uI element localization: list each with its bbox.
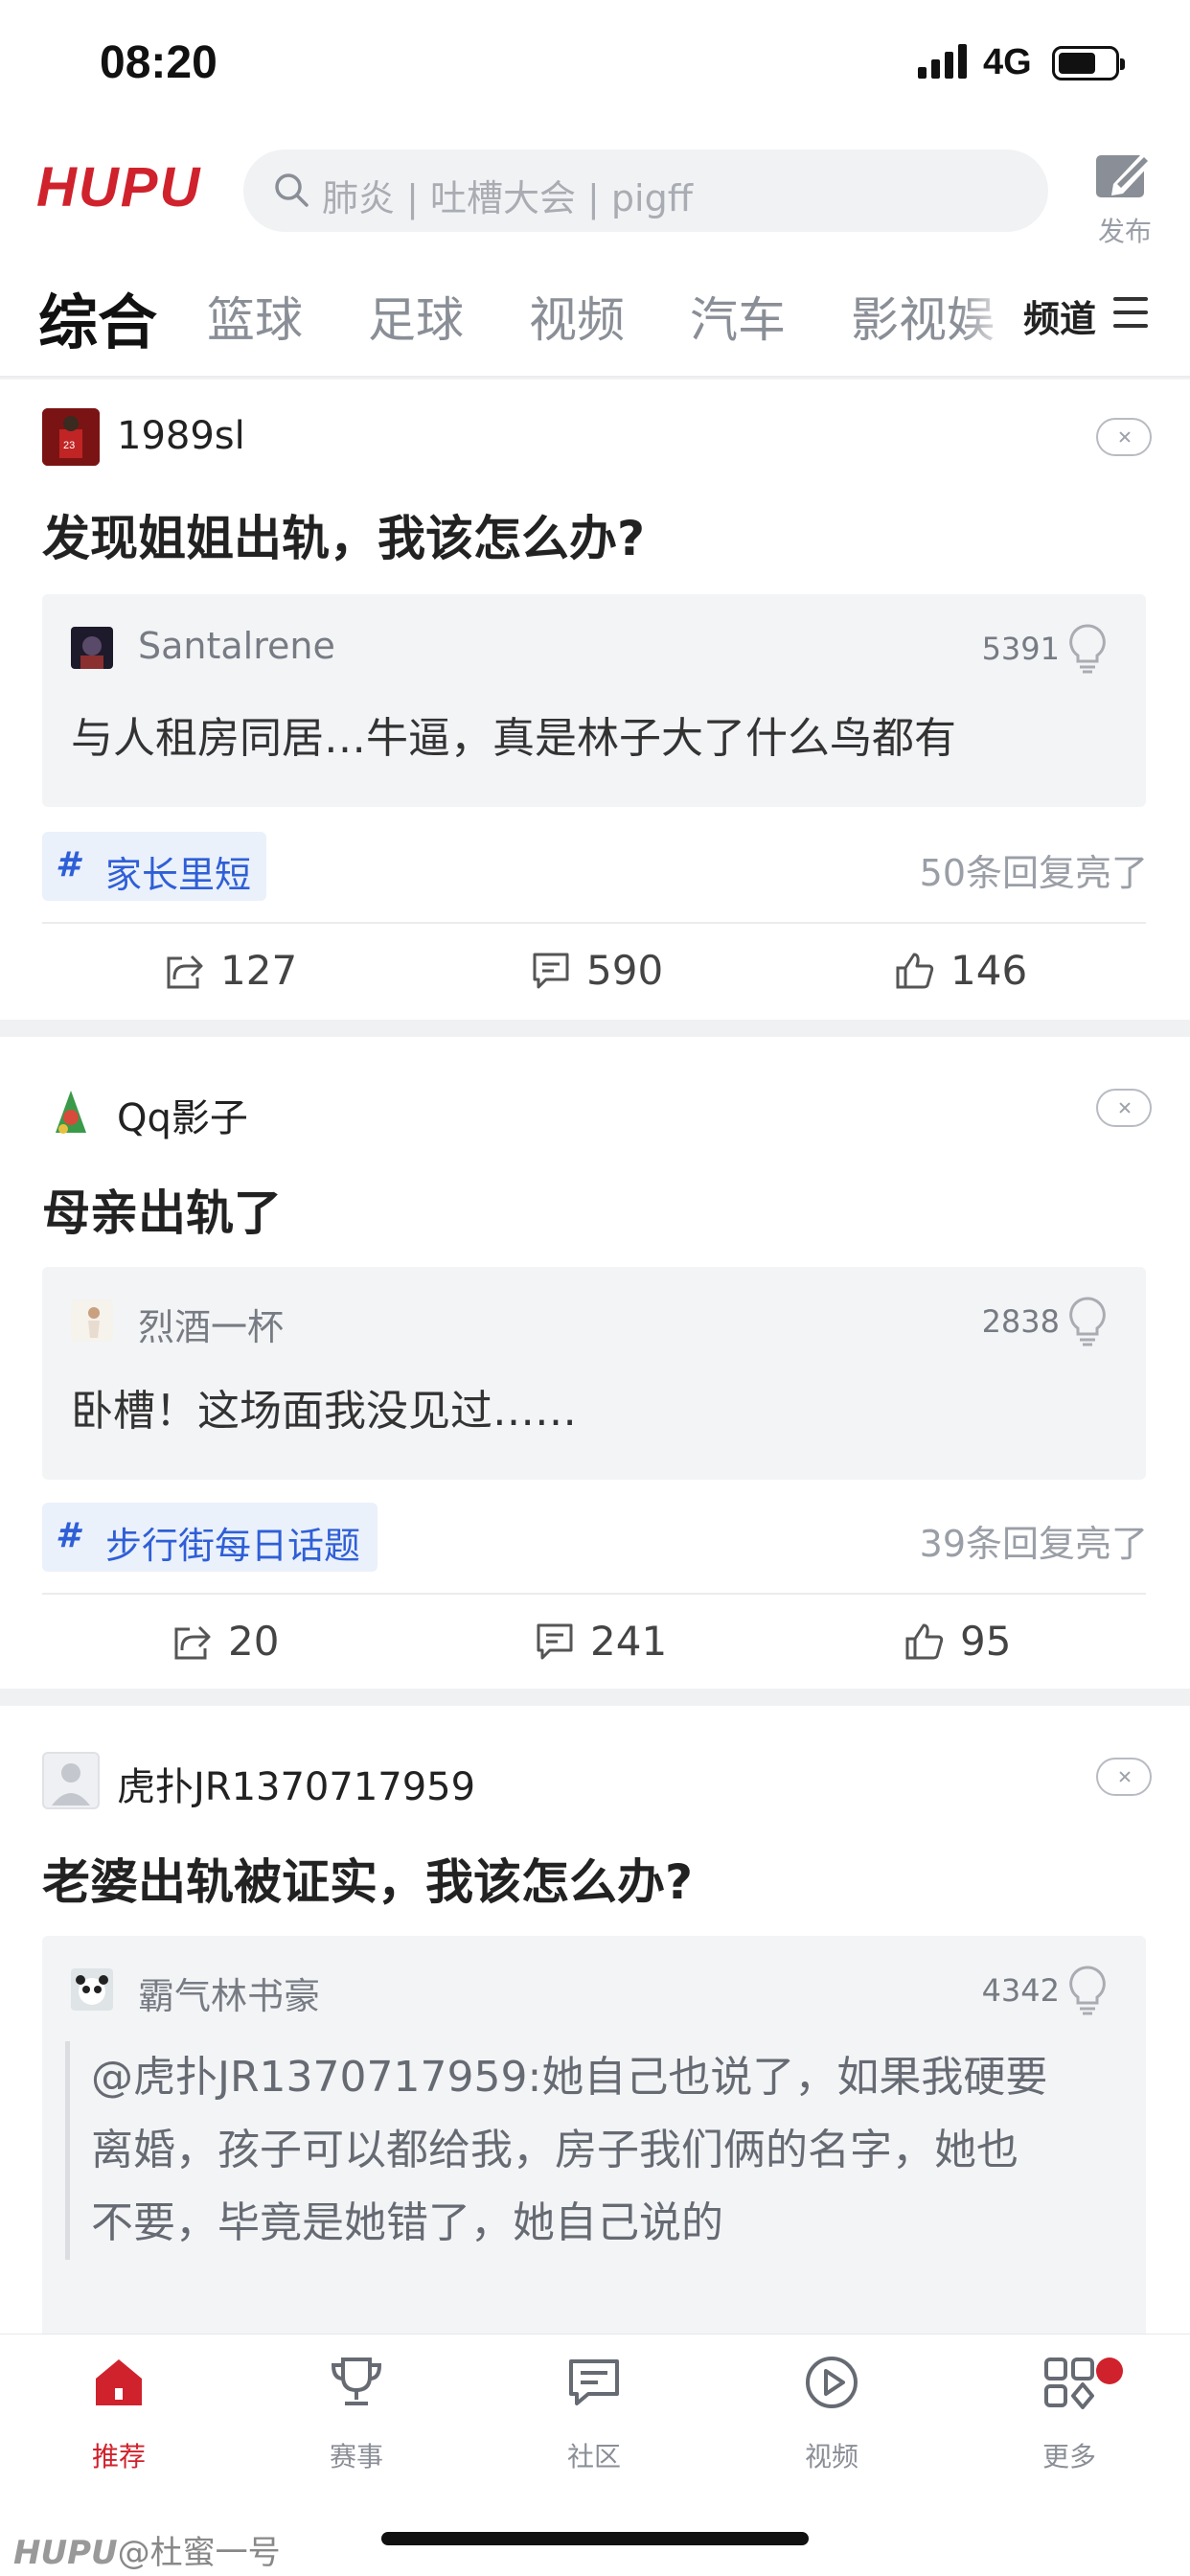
- post-card[interactable]: Qq影子 母亲出轨了 烈酒一杯 2838 卧槽！这场面我没见过…… # 步行街每…: [0, 1037, 1190, 1689]
- menu-icon: [1113, 297, 1148, 328]
- avatar[interactable]: [42, 1752, 100, 1809]
- nav-community[interactable]: 社区: [537, 2354, 652, 2478]
- quote-line: @虎扑JR1370717959:她自己也说了，如果我硬要: [91, 2053, 1048, 2102]
- edit-icon: [1096, 153, 1152, 197]
- top-header: HUPU 肺炎 | 吐槽大会 | pigff 发布: [0, 134, 1190, 249]
- publish-button[interactable]: 发布: [1092, 146, 1161, 247]
- play-icon: [806, 2357, 858, 2408]
- home-icon: [96, 2359, 142, 2405]
- comment-count: 241: [590, 1618, 668, 1665]
- svg-text:23: 23: [63, 440, 75, 451]
- status-bar: 08:20 4G: [0, 0, 1190, 134]
- post-author[interactable]: 1989sl: [117, 414, 245, 458]
- nav-label: 赛事: [329, 2441, 383, 2472]
- quote-line: 离婚，孩子可以都给我，房子我们俩的名字，她也: [91, 2126, 1018, 2174]
- lightbulb-icon[interactable]: [1067, 623, 1108, 675]
- top-reply[interactable]: Santalrene 5391 与人租房同居…牛逼，真是林子大了什么鸟都有: [42, 594, 1146, 807]
- topic-label: 家长里短: [105, 854, 252, 896]
- publish-label: 发布: [1098, 216, 1153, 247]
- post-title[interactable]: 母亲出轨了: [42, 1175, 282, 1244]
- share-icon: [167, 954, 203, 989]
- tab-basketball[interactable]: 篮球: [207, 282, 303, 351]
- lit-replies[interactable]: 39条回复亮了: [920, 1514, 1148, 1567]
- thumbs-up-icon: [896, 953, 934, 989]
- avatar: [71, 1968, 113, 2011]
- reply-light-count: 4342: [981, 1972, 1060, 2009]
- nav-video[interactable]: 视频: [774, 2354, 889, 2478]
- dismiss-icon[interactable]: [1096, 1089, 1152, 1127]
- network-label: 4G: [983, 42, 1032, 82]
- post-title[interactable]: 老婆出轨被证实，我该怎么办?: [42, 1844, 693, 1913]
- hupu-logo[interactable]: HUPU: [36, 155, 201, 219]
- share-count: 127: [220, 947, 298, 994]
- channel-button[interactable]: 频道: [996, 249, 1190, 376]
- dismiss-icon[interactable]: [1096, 418, 1152, 456]
- dismiss-icon[interactable]: [1096, 1758, 1152, 1796]
- nav-matches[interactable]: 赛事: [299, 2354, 414, 2478]
- share-icon: [174, 1625, 211, 1660]
- share-count: 20: [228, 1618, 280, 1665]
- comment-count: 590: [586, 947, 664, 994]
- top-reply[interactable]: 霸气林书豪 4342 @虎扑JR1370717959:她自己也说了，如果我硬要 …: [42, 1936, 1146, 2338]
- nav-recommend[interactable]: 推荐: [61, 2354, 176, 2478]
- post-author[interactable]: 虎扑JR1370717959: [117, 1756, 475, 1811]
- home-indicator[interactable]: [381, 2532, 809, 2545]
- search-placeholder: 肺炎 | 吐槽大会 | pigff: [322, 177, 693, 219]
- tab-video[interactable]: 视频: [529, 282, 625, 351]
- nav-label: 推荐: [91, 2441, 146, 2472]
- quote-line: 不要，毕竟是她错了，她自己说的: [91, 2198, 723, 2247]
- reply-author: 霸气林书豪: [138, 1975, 321, 2017]
- avatar[interactable]: [42, 1083, 100, 1140]
- trophy-icon: [331, 2358, 382, 2405]
- reply-author: 烈酒一杯: [138, 1306, 285, 1348]
- tab-cars[interactable]: 汽车: [690, 282, 786, 351]
- tab-football[interactable]: 足球: [368, 282, 464, 351]
- reply-text: 与人租房同居…牛逼，真是林子大了什么鸟都有: [71, 714, 956, 763]
- app-screen: 08:20 4G HUPU 肺炎 | 吐槽大会 | pigff 发布 综合 篮球…: [0, 0, 1190, 2576]
- comment-icon: [533, 953, 569, 989]
- search-icon: [275, 173, 309, 207]
- signal-icon: [918, 44, 968, 79]
- grid-icon: [1044, 2358, 1094, 2409]
- like-count: 95: [960, 1618, 1012, 1665]
- topic-icon: #: [56, 845, 80, 885]
- notification-dot: [1096, 2358, 1123, 2384]
- reply-text: 卧槽！这场面我没见过……: [71, 1387, 577, 1436]
- post-author[interactable]: Qq影子: [117, 1087, 248, 1142]
- watermark: HUPU@杜蜜一号: [13, 2526, 281, 2573]
- avatar[interactable]: 23: [42, 408, 100, 466]
- channel-label: 频道: [1023, 298, 1097, 340]
- search-bar[interactable]: 肺炎 | 吐槽大会 | pigff: [243, 150, 1048, 232]
- quoted-reply: @虎扑JR1370717959:她自己也说了，如果我硬要 离婚，孩子可以都给我，…: [65, 2041, 1119, 2260]
- avatar: [71, 627, 113, 669]
- watermark-brand: HUPU: [13, 2534, 118, 2572]
- topic-tag[interactable]: # 步行街每日话题: [42, 1503, 378, 1572]
- chat-icon: [569, 2359, 619, 2405]
- reply-light-count: 5391: [981, 631, 1060, 667]
- tab-general[interactable]: 综合: [38, 274, 157, 360]
- post-title[interactable]: 发现姐姐出轨，我该怎么办?: [42, 500, 645, 569]
- top-reply[interactable]: 烈酒一杯 2838 卧槽！这场面我没见过……: [42, 1267, 1146, 1480]
- topic-icon: #: [56, 1516, 80, 1555]
- reply-author: Santalrene: [138, 625, 335, 667]
- post-card[interactable]: 23 1989sl 发现姐姐出轨，我该怎么办? Santalrene 5391 …: [0, 380, 1190, 1020]
- reply-light-count: 2838: [981, 1303, 1060, 1340]
- nav-label: 视频: [804, 2441, 858, 2472]
- nav-label: 更多: [1041, 2441, 1096, 2472]
- nav-label: 社区: [566, 2441, 621, 2472]
- avatar: [71, 1300, 113, 1342]
- lit-replies[interactable]: 50条回复亮了: [920, 843, 1148, 896]
- lightbulb-icon[interactable]: [1067, 1296, 1108, 1347]
- lightbulb-icon[interactable]: [1067, 1965, 1108, 2016]
- category-tabs: 综合 篮球 足球 视频 汽车 影视娱乐 频道: [0, 249, 1190, 378]
- watermark-text: @杜蜜一号: [117, 2534, 281, 2572]
- topic-label: 步行街每日话题: [105, 1525, 361, 1567]
- post-card[interactable]: 虎扑JR1370717959 老婆出轨被证实，我该怎么办? 霸气林书豪 4342…: [0, 1706, 1190, 2338]
- thumbs-up-icon: [905, 1623, 944, 1660]
- battery-icon: [1052, 46, 1125, 80]
- status-time: 08:20: [100, 37, 217, 88]
- like-count: 146: [950, 947, 1028, 994]
- comment-icon: [537, 1623, 573, 1660]
- topic-tag[interactable]: # 家长里短: [42, 832, 266, 901]
